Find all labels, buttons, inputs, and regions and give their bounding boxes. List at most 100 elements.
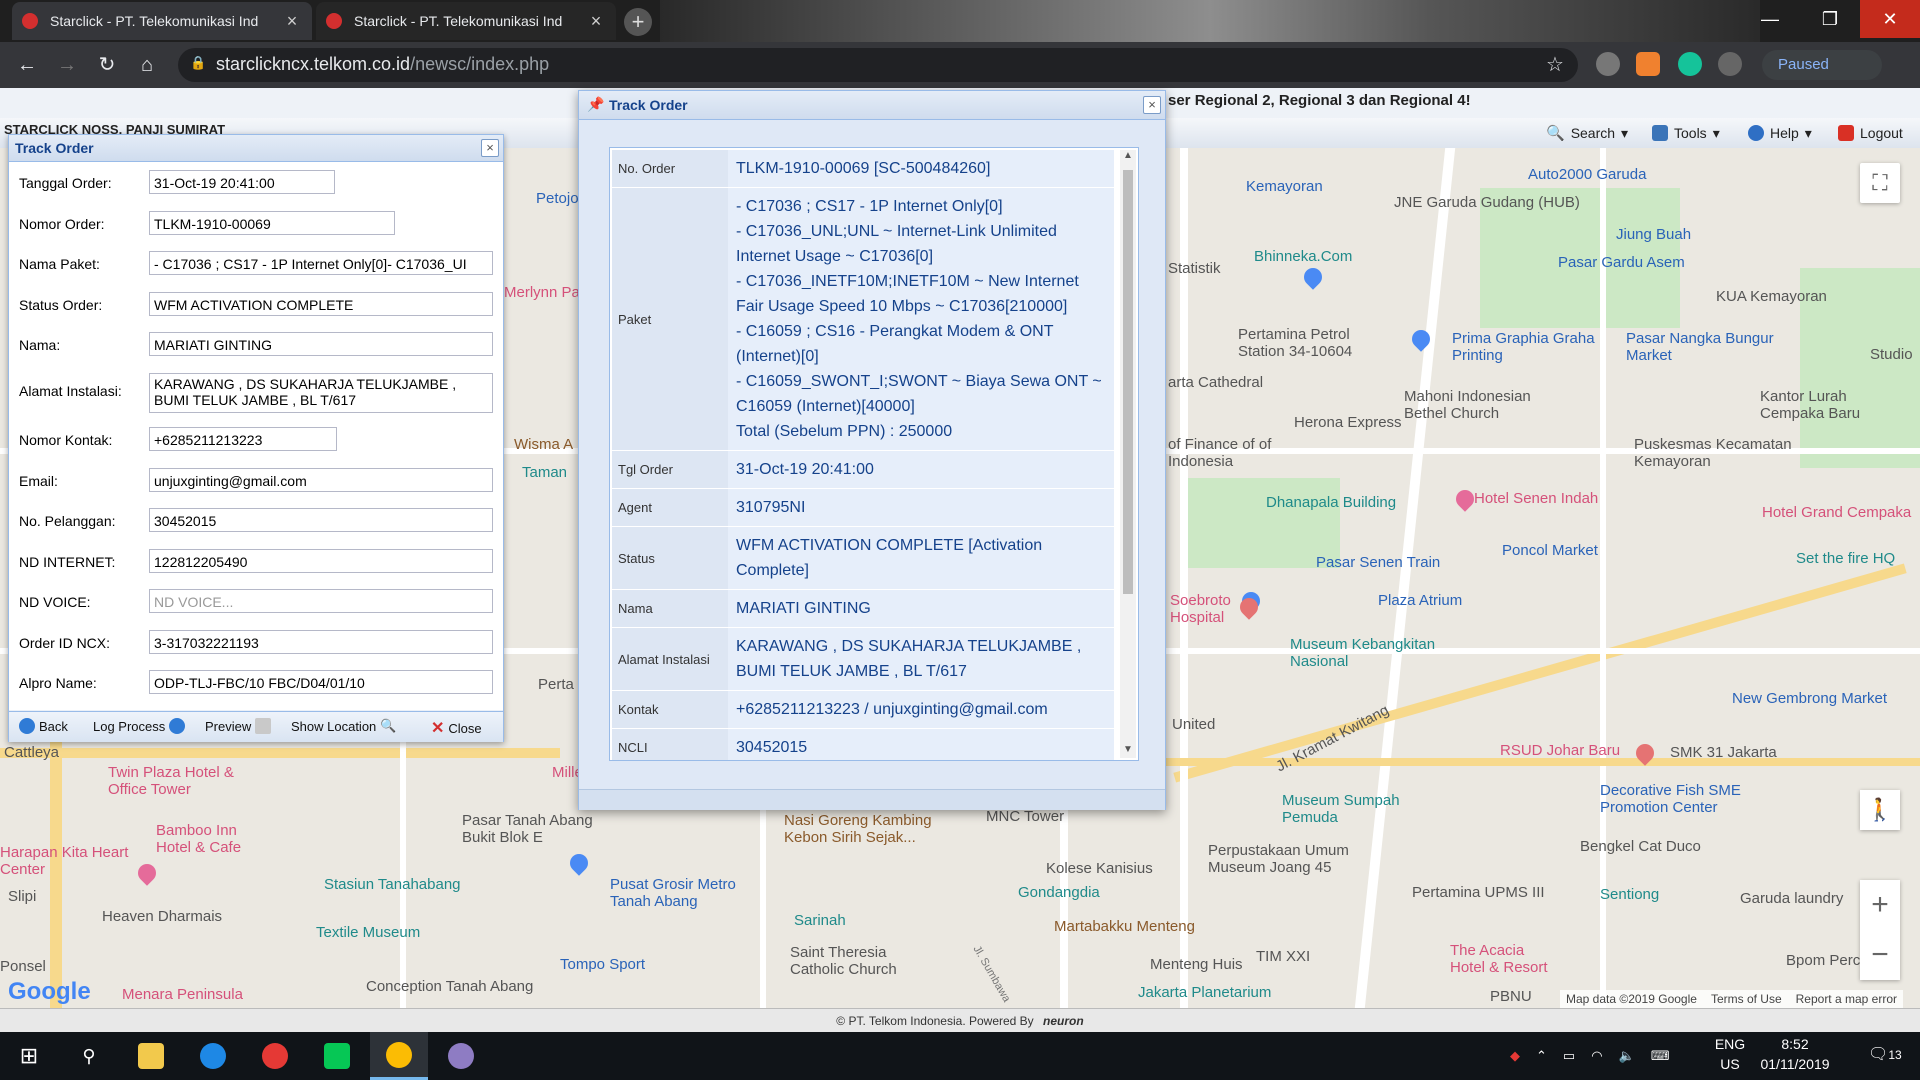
map-label: Tompo Sport: [560, 956, 646, 973]
help-menu-button[interactable]: Help ▾: [1748, 121, 1812, 145]
preview-button[interactable]: Preview: [205, 718, 272, 734]
map-label: Bengkel Cat Duco: [1580, 838, 1701, 855]
tab-title: Starclick - PT. Telekomunikasi Ind: [354, 13, 563, 29]
notification-count: 13: [1888, 1048, 1902, 1062]
minimize-button[interactable]: —: [1740, 0, 1800, 38]
logout-label: Logout: [1860, 125, 1903, 141]
nd-voice-field[interactable]: ND VOICE...: [149, 589, 493, 613]
zoom-in-button[interactable]: +: [1860, 880, 1900, 930]
scroll-thumb[interactable]: [1123, 170, 1133, 594]
nama-paket-field[interactable]: - C17036 ; CS17 - 1P Internet Only[0]- C…: [149, 251, 493, 275]
nomor-order-field[interactable]: TLKM-1910-00069: [149, 211, 395, 235]
reload-icon[interactable]: ↻: [92, 50, 122, 80]
new-tab-button[interactable]: +: [624, 8, 652, 36]
browser-tab[interactable]: Starclick - PT. Telekomunikasi Ind ×: [316, 2, 616, 40]
order-detail-table[interactable]: No. Order TLKM-1910-00069 [SC-500484260] P…: [609, 147, 1139, 761]
search-menu-button[interactable]: 🔍 Search ▾: [1546, 121, 1628, 145]
bookmark-star-icon[interactable]: ☆: [1546, 52, 1564, 77]
detail-key: NCLI: [612, 729, 728, 760]
taskbar-clock[interactable]: 8:52 01/11/2019: [1750, 1034, 1840, 1074]
tray-app-icon[interactable]: ◆: [1510, 1048, 1520, 1064]
order-id-ncx-field[interactable]: 3-317032221193: [149, 630, 493, 654]
pin-icon: 📌: [587, 96, 605, 112]
profile-paused-button[interactable]: Paused: [1762, 50, 1882, 80]
lock-icon[interactable]: 🔒: [190, 55, 206, 73]
tab-close-icon[interactable]: ×: [282, 11, 302, 32]
battery-icon[interactable]: ▭: [1563, 1048, 1575, 1064]
volume-icon[interactable]: 🔈: [1619, 1048, 1635, 1064]
field-label: Email:: [19, 473, 58, 489]
brave-shield-icon[interactable]: [1636, 52, 1660, 76]
windows-start-button[interactable]: ⊞: [0, 1032, 58, 1080]
tanggal-order-field[interactable]: 31-Oct-19 20:41:00: [149, 170, 335, 194]
browser-tab[interactable]: Starclick - PT. Telekomunikasi Ind ×: [12, 2, 312, 40]
zoom-out-button[interactable]: −: [1860, 930, 1900, 980]
detail-row: No. Order TLKM-1910-00069 [SC-500484260]: [612, 150, 1114, 188]
dropdown-arrow-icon: ▾: [1621, 124, 1629, 141]
map-label: Cattleya: [4, 744, 60, 761]
network-icon[interactable]: ◠: [1591, 1048, 1602, 1064]
fullscreen-icon[interactable]: ⛶: [1860, 163, 1900, 203]
scrollbar[interactable]: ▲ ▼: [1120, 150, 1136, 758]
alpro-name-field[interactable]: ODP-TLJ-FBC/10 FBC/D04/01/10: [149, 670, 493, 694]
taskbar-line[interactable]: [308, 1032, 366, 1080]
windows-logo-icon: ⊞: [19, 1043, 39, 1068]
map-label: Hotel Senen Indah: [1474, 490, 1599, 507]
modal-close-icon[interactable]: ×: [1143, 96, 1161, 114]
field-label: No. Pelanggan:: [19, 513, 116, 529]
detail-row: Agent 310795NI: [612, 489, 1114, 527]
show-location-button[interactable]: Show Location 🔍: [291, 718, 396, 734]
address-bar[interactable]: starclickncx.telkom.co.id/newsc/index.ph…: [178, 48, 1578, 82]
nama-field[interactable]: MARIATI GINTING: [149, 332, 493, 356]
taskbar-opera[interactable]: [246, 1032, 304, 1080]
log-process-button[interactable]: Log Process: [93, 718, 186, 734]
nd-internet-field[interactable]: 122812205490: [149, 549, 493, 573]
restore-button[interactable]: ❐: [1800, 0, 1860, 38]
modal-header: 📌 Track Order ×: [579, 91, 1165, 120]
forward-arrow-icon[interactable]: →: [52, 50, 82, 80]
back-arrow-icon[interactable]: ←: [12, 50, 42, 80]
map-label: New Gembrong Market: [1732, 690, 1888, 707]
map-label: Perpustakaan Umum Museum Joang 45: [1208, 842, 1349, 876]
tab-close-icon[interactable]: ×: [586, 11, 606, 32]
tools-menu-button[interactable]: Tools ▾: [1652, 121, 1720, 145]
map-label: Perta: [538, 676, 574, 693]
detail-value: TLKM-1910-00069 [SC-500484260]: [728, 150, 1114, 187]
map-label: Sentiong: [1600, 886, 1660, 903]
taskbar-search-button[interactable]: ⚲: [60, 1032, 118, 1080]
window-close-button[interactable]: ✕: [1860, 0, 1920, 38]
nomor-kontak-field[interactable]: +6285211213223: [149, 427, 337, 451]
email-field[interactable]: unjuxginting@gmail.com: [149, 468, 493, 492]
map-label: Jiung Buah: [1616, 226, 1692, 243]
alamat-instalasi-field[interactable]: KARAWANG , DS SUKAHARJA TELUKJAMBE , BUM…: [149, 373, 493, 413]
keyboard-icon[interactable]: ⌨: [1651, 1048, 1670, 1064]
extension-hand-icon[interactable]: [1718, 52, 1742, 76]
detail-key: Paket: [612, 188, 728, 450]
notification-center-button[interactable]: 🗨13: [1868, 1044, 1902, 1064]
logout-button[interactable]: Logout: [1838, 121, 1903, 145]
detail-value-line: - C16059 ; CS16 - Perangkat Modem & ONT …: [736, 323, 1054, 365]
back-button[interactable]: Back: [19, 718, 68, 734]
taskbar-edge[interactable]: [184, 1032, 242, 1080]
language-indicator[interactable]: ENG US: [1710, 1034, 1750, 1074]
home-icon[interactable]: ⌂: [132, 50, 162, 80]
grammarly-icon[interactable]: [1678, 52, 1702, 76]
close-button[interactable]: ✕ Close: [431, 718, 482, 738]
extension-globe-icon[interactable]: [1596, 52, 1620, 76]
pegman-icon[interactable]: 🚶: [1860, 790, 1900, 830]
chrome-icon: [386, 1041, 412, 1068]
panel-close-icon[interactable]: ×: [481, 139, 499, 157]
report-error-link[interactable]: Report a map error: [1796, 992, 1897, 1006]
scroll-up-icon[interactable]: ▲: [1120, 150, 1136, 164]
announcement-marquee: ser Regional 2, Regional 3 dan Regional …: [1168, 92, 1471, 109]
terms-link[interactable]: Terms of Use: [1711, 992, 1782, 1006]
show-hidden-icons-icon[interactable]: ⌃: [1536, 1048, 1547, 1064]
url-host: starclickncx.telkom.co.id: [216, 54, 411, 74]
taskbar-chrome[interactable]: [370, 1032, 428, 1080]
status-order-field[interactable]: WFM ACTIVATION COMPLETE: [149, 292, 493, 316]
taskbar-paint[interactable]: [432, 1032, 490, 1080]
scroll-down-icon[interactable]: ▼: [1120, 744, 1136, 758]
field-label: Alpro Name:: [19, 675, 97, 691]
no-pelanggan-field[interactable]: 30452015: [149, 508, 493, 532]
taskbar-file-explorer[interactable]: [122, 1032, 180, 1080]
